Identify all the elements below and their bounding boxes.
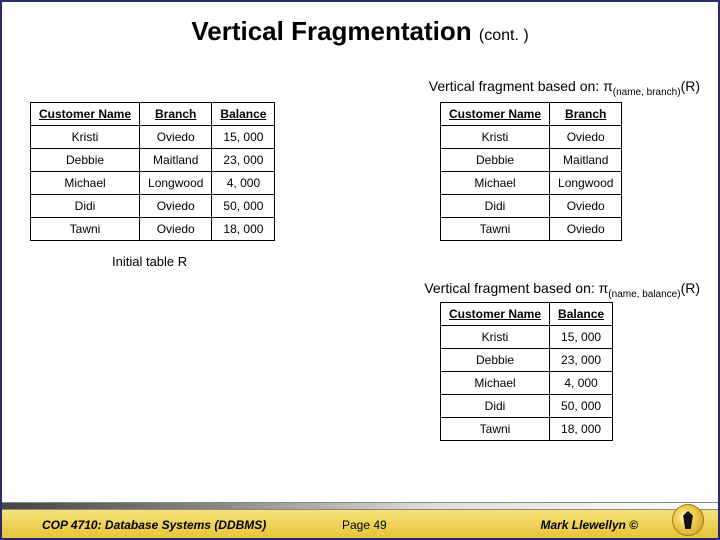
table-cell: Debbie [441,149,550,172]
ucf-logo-icon [672,504,704,536]
caption2-prefix: Vertical fragment based on: π [424,280,608,296]
table-cell: 23, 000 [550,349,613,372]
table-header: Customer Name [31,103,140,126]
title-main: Vertical Fragmentation [191,16,471,46]
table-cell: 15, 000 [550,326,613,349]
table-row: Debbie23, 000 [441,349,613,372]
caption2-suffix: (R) [681,280,700,296]
table-cell: Debbie [441,349,550,372]
initial-caption: Initial table R [112,254,187,269]
table-header: Balance [212,103,275,126]
table-cell: Debbie [31,149,140,172]
table-row: Kristi15, 000 [441,326,613,349]
table-cell: Didi [441,195,550,218]
table-cell: Maitland [140,149,212,172]
table-header: Branch [140,103,212,126]
table-row: MichaelLongwood4, 000 [31,172,275,195]
table-header: Balance [550,303,613,326]
table-cell: Longwood [140,172,212,195]
table-cell: Tawni [441,218,550,241]
table-row: KristiOviedo15, 000 [31,126,275,149]
table-cell: Didi [31,195,140,218]
table-cell: 18, 000 [550,418,613,441]
table-cell: Michael [441,372,550,395]
table-row: TawniOviedo [441,218,622,241]
footer-left: COP 4710: Database Systems (DDBMS) [42,518,266,532]
table-cell: 50, 000 [550,395,613,418]
footer-page: Page 49 [342,518,387,532]
fragment-table-branch: Customer NameBranchKristiOviedoDebbieMai… [440,102,622,241]
table-cell: 23, 000 [212,149,275,172]
fragment-table-balance: Customer NameBalanceKristi15, 000Debbie2… [440,302,613,441]
table-cell: Oviedo [140,195,212,218]
caption2-sub: (name, balance) [608,289,680,300]
table-row: DidiOviedo50, 000 [31,195,275,218]
table-row: Tawni18, 000 [441,418,613,441]
title-cont: (cont. ) [479,27,529,44]
table-cell: Oviedo [550,195,622,218]
table-cell: Tawni [31,218,140,241]
table-cell: Kristi [441,126,550,149]
table-row: KristiOviedo [441,126,622,149]
slide: Vertical Fragmentation (cont. ) Vertical… [0,0,720,540]
table-header: Branch [550,103,622,126]
fragment-caption-2: Vertical fragment based on: π(name, bala… [424,280,700,300]
table-row: DidiOviedo [441,195,622,218]
table-row: TawniOviedo18, 000 [31,218,275,241]
table-cell: Oviedo [550,126,622,149]
caption1-suffix: (R) [681,78,700,94]
table-cell: Oviedo [140,126,212,149]
table-cell: 18, 000 [212,218,275,241]
table-header: Customer Name [441,303,550,326]
caption1-sub: (name, branch) [613,87,681,98]
initial-table: Customer NameBranchBalanceKristiOviedo15… [30,102,275,241]
table-cell: 4, 000 [212,172,275,195]
footer-right: Mark Llewellyn © [540,518,638,532]
table-cell: 15, 000 [212,126,275,149]
table-row: Didi50, 000 [441,395,613,418]
footer-gradient [2,502,718,510]
pegasus-icon [681,511,695,529]
table-cell: Michael [441,172,550,195]
table-cell: 50, 000 [212,195,275,218]
table-cell: Longwood [550,172,622,195]
table-row: DebbieMaitland23, 000 [31,149,275,172]
table-cell: Didi [441,395,550,418]
table-cell: Maitland [550,149,622,172]
table-row: MichaelLongwood [441,172,622,195]
footer: COP 4710: Database Systems (DDBMS) Page … [2,502,718,538]
table-cell: 4, 000 [550,372,613,395]
table-cell: Oviedo [550,218,622,241]
caption1-prefix: Vertical fragment based on: π [429,78,613,94]
table-row: DebbieMaitland [441,149,622,172]
table-cell: Kristi [441,326,550,349]
table-cell: Kristi [31,126,140,149]
fragment-caption-1: Vertical fragment based on: π(name, bran… [429,78,700,98]
table-cell: Michael [31,172,140,195]
table-header: Customer Name [441,103,550,126]
table-cell: Oviedo [140,218,212,241]
table-row: Michael4, 000 [441,372,613,395]
page-title: Vertical Fragmentation (cont. ) [2,16,718,47]
table-cell: Tawni [441,418,550,441]
